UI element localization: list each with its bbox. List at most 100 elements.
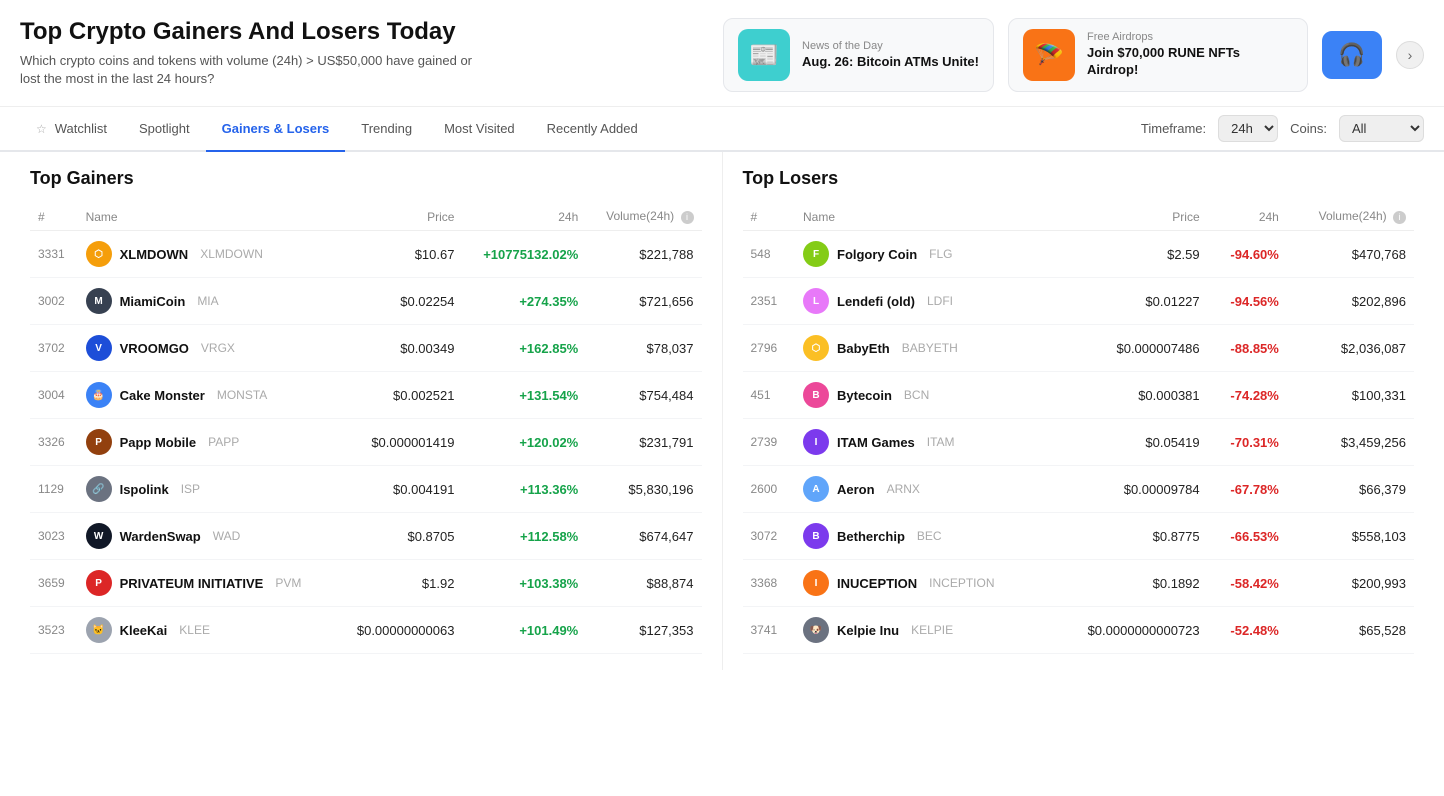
tab-spotlight[interactable]: Spotlight bbox=[123, 107, 206, 152]
rank-cell: 3741 bbox=[743, 607, 796, 654]
news-card-1[interactable]: 📰 News of the Day Aug. 26: Bitcoin ATMs … bbox=[723, 18, 994, 92]
losers-section: Top Losers # Name Price 24h Volume(24h) … bbox=[723, 152, 1425, 670]
volume-cell: $3,459,256 bbox=[1287, 419, 1414, 466]
gainers-volume-info[interactable]: i bbox=[681, 211, 694, 224]
table-row: 3523 🐱 KleeKai KLEE $0.00000000063 +101.… bbox=[30, 607, 702, 654]
price-cell: $0.0000000000723 bbox=[1050, 607, 1207, 654]
table-row: 3072 B Betherchip BEC $0.8775 -66.53% $5… bbox=[743, 513, 1415, 560]
news-card-2[interactable]: 🪂 Free Airdrops Join $70,000 RUNE NFTs A… bbox=[1008, 18, 1308, 92]
news-card-1-label: News of the Day bbox=[802, 40, 979, 52]
name-cell[interactable]: P PRIVATEUM INITIATIVE PVM bbox=[78, 560, 336, 607]
losers-col-volume: Volume(24h) i bbox=[1287, 203, 1414, 231]
table-row: 3002 M MiamiCoin MIA $0.02254 +274.35% $… bbox=[30, 278, 702, 325]
change-cell: -94.56% bbox=[1208, 278, 1287, 325]
gainers-section: Top Gainers # Name Price 24h Volume(24h)… bbox=[20, 152, 723, 670]
volume-cell: $66,379 bbox=[1287, 466, 1414, 513]
name-cell[interactable]: ⬡ XLMDOWN XLMDOWN bbox=[78, 231, 336, 278]
news-card-3[interactable]: 🎧 bbox=[1322, 31, 1382, 79]
coins-select[interactable]: All Top 100 Top 500 bbox=[1339, 115, 1424, 142]
name-cell[interactable]: W WardenSwap WAD bbox=[78, 513, 336, 560]
change-cell: -74.28% bbox=[1208, 372, 1287, 419]
volume-cell: $470,768 bbox=[1287, 231, 1414, 278]
table-row: 2351 L Lendefi (old) LDFI $0.01227 -94.5… bbox=[743, 278, 1415, 325]
change-cell: -88.85% bbox=[1208, 325, 1287, 372]
name-cell[interactable]: 🐶 Kelpie Inu KELPIE bbox=[795, 607, 1050, 654]
coins-label: Coins: bbox=[1290, 121, 1327, 136]
change-cell: -66.53% bbox=[1208, 513, 1287, 560]
news-card-1-icon: 📰 bbox=[738, 29, 790, 81]
table-row: 3004 🎂 Cake Monster MONSTA $0.002521 +13… bbox=[30, 372, 702, 419]
volume-cell: $100,331 bbox=[1287, 372, 1414, 419]
table-row: 2796 ⬡ BabyEth BABYETH $0.000007486 -88.… bbox=[743, 325, 1415, 372]
losers-col-rank: # bbox=[743, 203, 796, 231]
name-cell[interactable]: P Papp Mobile PAPP bbox=[78, 419, 336, 466]
price-cell: $0.000001419 bbox=[336, 419, 463, 466]
change-cell: -70.31% bbox=[1208, 419, 1287, 466]
volume-cell: $754,484 bbox=[586, 372, 701, 419]
change-cell: -58.42% bbox=[1208, 560, 1287, 607]
name-cell[interactable]: A Aeron ARNX bbox=[795, 466, 1050, 513]
name-cell[interactable]: ⬡ BabyEth BABYETH bbox=[795, 325, 1050, 372]
change-cell: +274.35% bbox=[462, 278, 586, 325]
top-banner: Top Crypto Gainers And Losers Today Whic… bbox=[0, 0, 1444, 107]
volume-cell: $558,103 bbox=[1287, 513, 1414, 560]
price-cell: $0.000007486 bbox=[1050, 325, 1207, 372]
gainers-table: # Name Price 24h Volume(24h) i 3331 ⬡ XL… bbox=[30, 203, 702, 654]
news-card-2-title: Join $70,000 RUNE NFTs Airdrop! bbox=[1087, 45, 1293, 79]
volume-cell: $221,788 bbox=[586, 231, 701, 278]
price-cell: $1.92 bbox=[336, 560, 463, 607]
rank-cell: 3702 bbox=[30, 325, 78, 372]
table-row: 3659 P PRIVATEUM INITIATIVE PVM $1.92 +1… bbox=[30, 560, 702, 607]
gainers-col-rank: # bbox=[30, 203, 78, 231]
price-cell: $2.59 bbox=[1050, 231, 1207, 278]
volume-cell: $78,037 bbox=[586, 325, 701, 372]
name-cell[interactable]: F Folgory Coin FLG bbox=[795, 231, 1050, 278]
name-cell[interactable]: V VROOMGO VRGX bbox=[78, 325, 336, 372]
rank-cell: 451 bbox=[743, 372, 796, 419]
change-cell: -67.78% bbox=[1208, 466, 1287, 513]
table-row: 3023 W WardenSwap WAD $0.8705 +112.58% $… bbox=[30, 513, 702, 560]
news-nav-arrow[interactable]: › bbox=[1396, 41, 1424, 69]
losers-col-name: Name bbox=[795, 203, 1050, 231]
tab-recently-added[interactable]: Recently Added bbox=[531, 107, 654, 152]
table-row: 3331 ⬡ XLMDOWN XLMDOWN $10.67 +10775132.… bbox=[30, 231, 702, 278]
table-row: 3368 I INUCEPTION INCEPTION $0.1892 -58.… bbox=[743, 560, 1415, 607]
tab-gainers-losers[interactable]: Gainers & Losers bbox=[206, 107, 346, 152]
rank-cell: 2351 bbox=[743, 278, 796, 325]
price-cell: $0.05419 bbox=[1050, 419, 1207, 466]
volume-cell: $231,791 bbox=[586, 419, 701, 466]
name-cell[interactable]: I ITAM Games ITAM bbox=[795, 419, 1050, 466]
page-subtitle: Which crypto coins and tokens with volum… bbox=[20, 52, 480, 88]
tabs-bar: ☆ Watchlist Spotlight Gainers & Losers T… bbox=[0, 107, 1444, 152]
losers-col-price: Price bbox=[1050, 203, 1207, 231]
change-cell: -94.60% bbox=[1208, 231, 1287, 278]
tab-most-visited[interactable]: Most Visited bbox=[428, 107, 531, 152]
rank-cell: 3002 bbox=[30, 278, 78, 325]
name-cell[interactable]: I INUCEPTION INCEPTION bbox=[795, 560, 1050, 607]
rank-cell: 2600 bbox=[743, 466, 796, 513]
name-cell[interactable]: M MiamiCoin MIA bbox=[78, 278, 336, 325]
volume-cell: $721,656 bbox=[586, 278, 701, 325]
timeframe-select[interactable]: 24h 1h 7d 30d bbox=[1218, 115, 1278, 142]
name-cell[interactable]: B Betherchip BEC bbox=[795, 513, 1050, 560]
name-cell[interactable]: L Lendefi (old) LDFI bbox=[795, 278, 1050, 325]
tab-watchlist[interactable]: ☆ Watchlist bbox=[20, 107, 123, 152]
losers-table: # Name Price 24h Volume(24h) i 548 F Fol… bbox=[743, 203, 1415, 654]
news-card-2-icon: 🪂 bbox=[1023, 29, 1075, 81]
change-cell: +162.85% bbox=[462, 325, 586, 372]
name-cell[interactable]: B Bytecoin BCN bbox=[795, 372, 1050, 419]
volume-cell: $5,830,196 bbox=[586, 466, 701, 513]
gainers-col-price: Price bbox=[336, 203, 463, 231]
losers-volume-info[interactable]: i bbox=[1393, 211, 1406, 224]
price-cell: $0.01227 bbox=[1050, 278, 1207, 325]
rank-cell: 2739 bbox=[743, 419, 796, 466]
tab-trending[interactable]: Trending bbox=[345, 107, 428, 152]
volume-cell: $2,036,087 bbox=[1287, 325, 1414, 372]
name-cell[interactable]: 🔗 Ispolink ISP bbox=[78, 466, 336, 513]
name-cell[interactable]: 🎂 Cake Monster MONSTA bbox=[78, 372, 336, 419]
name-cell[interactable]: 🐱 KleeKai KLEE bbox=[78, 607, 336, 654]
rank-cell: 2796 bbox=[743, 325, 796, 372]
rank-cell: 3326 bbox=[30, 419, 78, 466]
price-cell: $0.8775 bbox=[1050, 513, 1207, 560]
change-cell: +101.49% bbox=[462, 607, 586, 654]
